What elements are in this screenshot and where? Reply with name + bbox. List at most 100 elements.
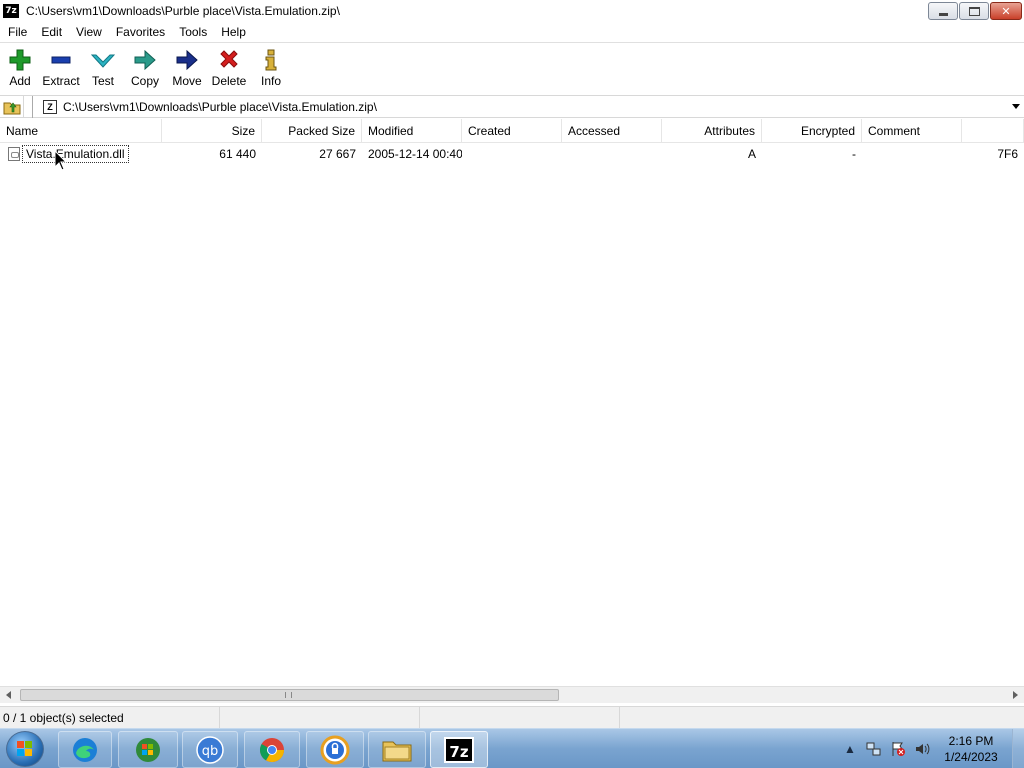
up-folder-button[interactable] [0, 95, 24, 118]
menu-edit[interactable]: Edit [34, 22, 69, 42]
row-accessed [562, 143, 662, 165]
clock-time: 2:16 PM [948, 734, 994, 748]
clock-date: 1/24/2023 [944, 750, 998, 764]
taskbar-vpn-app[interactable] [306, 731, 364, 768]
start-button[interactable] [6, 731, 44, 767]
delete-label: Delete [211, 74, 247, 88]
taskbar-windows-explorer-media[interactable] [118, 731, 178, 768]
column-accessed[interactable]: Accessed [562, 119, 662, 143]
show-desktop-button[interactable] [1012, 729, 1024, 768]
delete-button[interactable]: Delete [204, 43, 254, 93]
row-name-cell[interactable]: Vista.Emulation.dll [0, 143, 162, 165]
grip-icon [285, 692, 292, 698]
menu-tools[interactable]: Tools [172, 22, 214, 42]
svg-text:qb: qb [202, 744, 219, 759]
selection-status: 0 / 1 object(s) selected [0, 706, 220, 729]
column-created[interactable]: Created [462, 119, 562, 143]
chrome-icon [259, 737, 284, 762]
row-created [462, 143, 562, 165]
window-title: C:\Users\vm1\Downloads\Purble place\Vist… [26, 4, 340, 18]
column-encrypted[interactable]: Encrypted [762, 119, 862, 143]
mouse-cursor-icon [54, 150, 68, 171]
folder-up-icon [3, 102, 20, 114]
column-crc[interactable] [962, 119, 1024, 143]
file-list: Vista.Emulation.dll 61 440 27 667 2005-1… [0, 143, 1024, 686]
address-field[interactable]: Z C:\Users\vm1\Downloads\Purble place\Vi… [32, 95, 1024, 118]
status-segment-3 [420, 706, 620, 729]
7zip-app-icon[interactable]: 7z [3, 4, 19, 18]
shield-lock-icon [320, 735, 350, 764]
copy-button[interactable]: Copy [120, 43, 170, 93]
close-button[interactable]: ✕ [990, 2, 1022, 20]
edge-browser-icon [73, 737, 97, 762]
row-packed-size: 27 667 [319, 147, 356, 161]
title-bar: 7z C:\Users\vm1\Downloads\Purble place\V… [0, 0, 1024, 22]
column-size[interactable]: Size [162, 119, 262, 143]
minimize-icon [938, 12, 948, 16]
file-name[interactable]: Vista.Emulation.dll [22, 145, 129, 163]
row-crc: 7F6 [997, 147, 1018, 161]
taskbar: qb 7z ▲ 2:16 PM 1/24/2023 [0, 728, 1024, 768]
minimize-button[interactable] [928, 2, 958, 20]
action-center-flag-icon[interactable] [889, 740, 907, 758]
taskbar-chrome[interactable] [244, 731, 300, 768]
taskbar-file-explorer[interactable] [368, 731, 426, 768]
menu-bar: File Edit View Favorites Tools Help [0, 22, 1024, 42]
chevron-down-icon[interactable] [1012, 103, 1020, 109]
row-size: 61 440 [219, 147, 256, 161]
row-comment [862, 143, 962, 165]
list-header: Name Size Packed Size Modified Created A… [0, 119, 1024, 143]
test-button[interactable]: Test [86, 43, 120, 93]
windows-logo-icon [17, 741, 33, 757]
test-label: Test [91, 74, 114, 88]
menu-view[interactable]: View [69, 22, 109, 42]
horizontal-scrollbar[interactable] [0, 686, 1024, 703]
clock[interactable]: 2:16 PM 1/24/2023 [940, 733, 1002, 765]
extract-button[interactable]: Extract [36, 43, 86, 93]
menu-favorites[interactable]: Favorites [109, 22, 172, 42]
info-label: Info [260, 74, 281, 88]
address-bar: Z C:\Users\vm1\Downloads\Purble place\Vi… [0, 95, 1024, 118]
menu-file[interactable]: File [0, 22, 34, 42]
copy-arrow-icon [133, 49, 157, 71]
extract-label: Extract [42, 74, 80, 88]
maximize-button[interactable] [959, 2, 989, 20]
network-icon[interactable] [865, 740, 883, 758]
menu-help[interactable]: Help [214, 22, 253, 42]
taskbar-edge[interactable] [58, 731, 112, 768]
plus-icon [9, 49, 31, 71]
folder-icon [382, 741, 412, 761]
status-bar: 0 / 1 object(s) selected [0, 706, 1024, 729]
scroll-left-icon[interactable] [6, 691, 11, 699]
column-packed-size[interactable]: Packed Size [262, 119, 362, 143]
volume-icon[interactable] [913, 740, 931, 758]
scroll-right-icon[interactable] [1013, 691, 1018, 699]
scrollbar-thumb[interactable] [20, 689, 559, 701]
taskbar-qbittorrent[interactable]: qb [182, 731, 238, 768]
qbittorrent-icon: qb [196, 735, 224, 764]
column-modified[interactable]: Modified [362, 119, 462, 143]
archive-icon: Z [43, 99, 57, 114]
column-attributes[interactable]: Attributes [662, 119, 762, 143]
move-button[interactable]: Move [170, 43, 204, 93]
window-controls: ✕ [928, 2, 1022, 20]
add-label: Add [9, 74, 31, 88]
column-name[interactable]: Name [0, 119, 162, 143]
taskbar-7zip[interactable]: 7z [430, 731, 488, 768]
add-button[interactable]: Add [4, 43, 36, 93]
column-comment[interactable]: Comment [862, 119, 962, 143]
windows-orb-icon [136, 737, 160, 762]
toolbar: Add Extract Test Copy Move Delete Info [0, 42, 1024, 94]
address-path: C:\Users\vm1\Downloads\Purble place\Vist… [63, 99, 377, 114]
7zip-icon: 7z [444, 736, 474, 763]
check-icon [91, 49, 115, 71]
status-segment-2 [220, 706, 420, 729]
delete-x-icon [218, 49, 240, 71]
copy-label: Copy [130, 74, 159, 88]
show-hidden-icons-icon[interactable]: ▲ [841, 740, 859, 758]
info-button[interactable]: Info [254, 43, 288, 93]
table-row[interactable]: Vista.Emulation.dll 61 440 27 667 2005-1… [0, 143, 1024, 165]
close-icon: ✕ [1001, 4, 1011, 18]
row-encrypted: - [852, 147, 856, 161]
info-icon [264, 49, 278, 71]
